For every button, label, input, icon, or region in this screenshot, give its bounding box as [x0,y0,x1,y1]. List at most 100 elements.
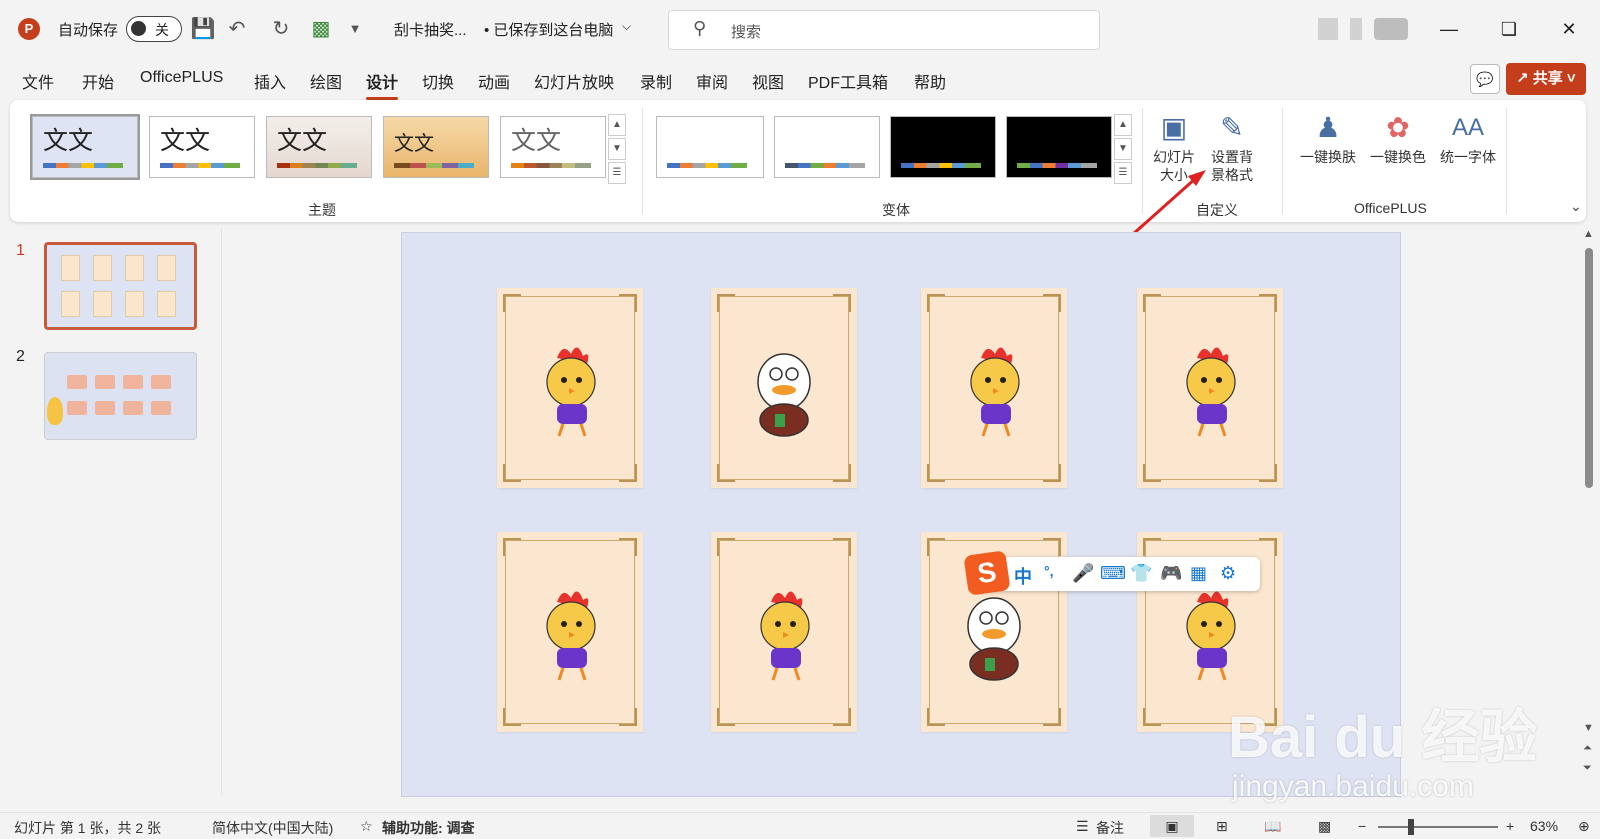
slide-thumbnail-2[interactable] [44,352,197,440]
ornament [1143,538,1161,556]
ornament [927,538,945,556]
language-status[interactable]: 简体中文(中国大陆) [212,818,333,838]
mini-card [157,291,176,317]
mini-card [125,255,144,281]
mini-bar [95,375,115,389]
mini-card [61,255,80,281]
chick-character [1186,591,1236,681]
chick-character [1186,347,1236,437]
ornament [833,538,851,556]
duck-character [967,597,1021,681]
mini-card [157,255,176,281]
mini-card [125,291,144,317]
ornament [1143,294,1161,312]
mini-bar [67,401,87,415]
ornament [717,294,735,312]
mini-bar [67,375,87,389]
mini-card [93,255,112,281]
ornament [717,538,735,556]
ornament [927,294,945,312]
mini-bar [151,375,171,389]
reading-view-icon[interactable]: 📖 [1264,818,1281,835]
ornament [1143,708,1161,726]
sogou-logo-icon: S [963,550,1011,596]
lottery-card[interactable] [711,532,857,732]
mini-card [61,291,80,317]
zoom-out-icon[interactable]: − [1358,818,1366,834]
ornament [1259,294,1277,312]
ornament [833,294,851,312]
lottery-card[interactable] [497,532,643,732]
apps-icon[interactable]: ▦ [1190,563,1207,584]
ornament [833,708,851,726]
chick-character [546,591,596,681]
slideshow-icon[interactable]: ▩ [1318,818,1331,835]
mini-bar [151,401,171,415]
ornament [503,464,521,482]
ornament [1043,294,1061,312]
lottery-card[interactable] [1137,288,1283,488]
chick-character [970,347,1020,437]
shirt-icon[interactable]: 👕 [1130,563,1152,584]
ime-punctuation[interactable]: °, [1044,563,1054,579]
notes-icon: ☰ [1076,818,1089,834]
accessibility-icon: ☆ [360,818,373,834]
ornament [833,464,851,482]
ornament [503,294,521,312]
slide-number: 1 [16,242,25,259]
slide-number: 2 [16,348,25,365]
chick-character [760,591,810,681]
prev-slide-icon[interactable]: ⏶ [1583,742,1592,755]
ime-chinese-mode[interactable]: 中 [1014,563,1032,589]
ornament [1043,538,1061,556]
ornament [619,708,637,726]
mini-bar [123,375,143,389]
lottery-card[interactable] [497,288,643,488]
mini-bar [123,401,143,415]
lottery-card[interactable] [711,288,857,488]
scroll-thumb[interactable] [1585,248,1593,488]
normal-view-icon[interactable]: ▣ [1150,815,1194,837]
ornament [1143,464,1161,482]
ornament [1259,538,1277,556]
zoom-slider[interactable] [1378,826,1498,828]
ornament [619,294,637,312]
mini-card [93,291,112,317]
slide-info[interactable]: 幻灯片 第 1 张，共 2 张 [14,818,161,838]
ornament [503,708,521,726]
game-icon[interactable]: 🎮 [1160,563,1182,584]
mini-bar [95,401,115,415]
ornament [927,708,945,726]
zoom-slider-knob[interactable] [1408,819,1414,835]
lottery-card[interactable] [921,288,1067,488]
ornament [619,464,637,482]
scroll-down-icon[interactable]: ▼ [1583,722,1594,734]
slide-sorter-icon[interactable]: ⊞ [1216,818,1228,835]
baidu-watermark-url: jingyan.baidu.com [1232,770,1474,803]
zoom-in-icon[interactable]: + [1506,818,1514,834]
vertical-scrollbar[interactable]: ▲ ▼ ⏶ ⏷ [1582,228,1596,794]
duck-character [757,353,811,437]
notes-button[interactable]: 备注 [1096,818,1124,838]
ornament [1259,464,1277,482]
slide-thumbnail-1[interactable] [44,242,197,330]
scroll-up-icon[interactable]: ▲ [1583,228,1594,240]
ornament [1043,464,1061,482]
fit-to-window-icon[interactable]: ⊕ [1578,818,1590,835]
ornament [717,464,735,482]
next-slide-icon[interactable]: ⏷ [1583,762,1592,775]
zoom-level[interactable]: 63% [1530,818,1558,834]
keyboard-icon[interactable]: ⌨ [1100,563,1126,584]
ornament [503,538,521,556]
settings-icon[interactable]: ⚙ [1220,563,1236,584]
ornament [717,708,735,726]
mic-icon[interactable]: 🎤 [1072,563,1094,584]
baidu-watermark: Bai du 经验 [1228,705,1538,770]
ime-toolbar[interactable]: S 中 °, 🎤 ⌨ 👕 🎮 ▦ ⚙ [963,550,1260,596]
ornament [619,538,637,556]
ornament [927,464,945,482]
accessibility-status[interactable]: 辅助功能: 调查 [382,818,475,838]
status-bar: 幻灯片 第 1 张，共 2 张 简体中文(中国大陆) ☆ 辅助功能: 调查 ☰ … [0,812,1600,839]
slide-thumbnail-pane: 1 2 [0,228,222,794]
ornament [1043,708,1061,726]
